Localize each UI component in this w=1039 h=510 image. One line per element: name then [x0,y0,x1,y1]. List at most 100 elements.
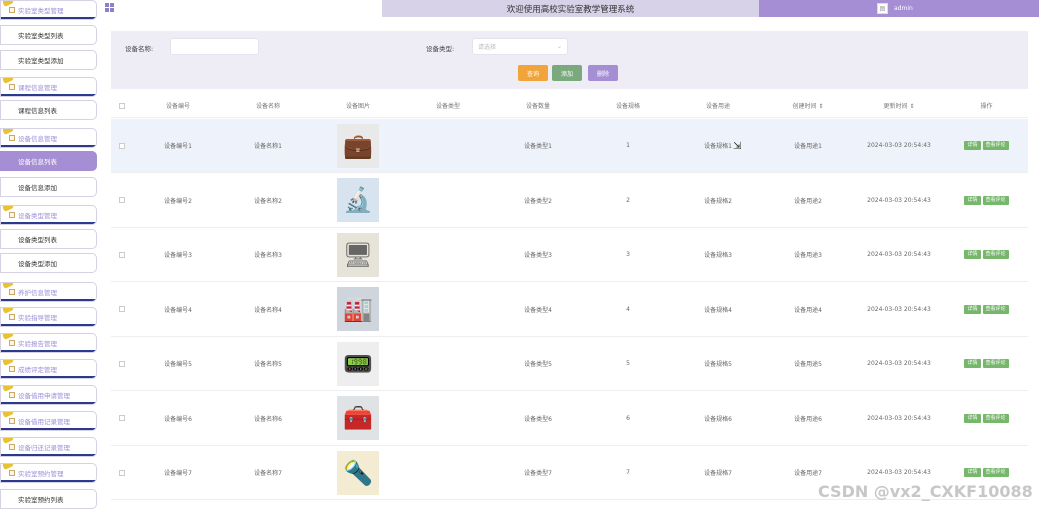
ribbon-icon [2,308,14,314]
sidebar-group[interactable]: 设备借用申请管理 [0,385,97,405]
view-review-button[interactable]: 查看评论 [982,195,1009,205]
sidebar-item[interactable]: 实验室预约列表 [0,489,97,509]
folder-icon [9,366,15,372]
device-image[interactable]: 📟 [337,341,379,386]
device-image[interactable]: 🖥 [337,232,379,277]
menu-grid-icon[interactable] [105,3,114,12]
detail-button[interactable]: 详情 [964,141,981,150]
group-underline [1,299,96,301]
table-row[interactable]: 设备编号1 设备名称1 💼 设备类型1 1 设备规格1 设备用途1 2024-03-03 20… [111,119,1028,173]
table-header: 设备编号 设备名称 设备图片 设备类型 设备数量 设备规格 设备用途 创建时间 ⇕ 更新时间 ⇕… [111,94,1028,118]
query-button[interactable]: 查询 [518,65,548,81]
ribbon-icon [2,386,14,392]
sidebar-group[interactable]: 实验报告管理 [0,333,97,353]
device-image[interactable]: 🧰 [337,396,379,440]
device-image[interactable]: 🏭 [337,287,379,331]
add-button[interactable]: 添加 [552,65,582,81]
sidebar-item[interactable]: 实验室类型列表 [0,25,97,45]
device-image[interactable]: 🔦 [337,450,379,495]
sidebar-group[interactable]: 实验指导管理 [0,307,97,327]
row-checkbox[interactable] [119,142,125,149]
cell-null [403,228,493,281]
detail-button[interactable]: 详情 [964,250,981,259]
delete-button[interactable]: 删除 [588,65,618,81]
cell-use: 设备用途3 [794,252,822,259]
view-review-button[interactable]: 查看评论 [982,413,1009,423]
folder-icon [9,314,15,320]
detail-button[interactable]: 详情 [964,468,981,477]
device-image[interactable]: 🔬 [337,178,379,222]
name-search-input[interactable] [170,38,259,55]
detail-button[interactable]: 详情 [964,413,981,423]
mouse-cursor-icon: ⇲ [733,141,742,152]
sidebar-group[interactable]: 课程信息管理 [0,77,97,97]
cell-use: 设备用途5 [794,361,822,368]
sidebar-item[interactable]: 设备类型添加 [0,253,97,273]
cell-created: 2024-03-03 20:54:43 [867,251,931,258]
cell-created: 2024-03-03 20:54:43 [867,196,931,204]
row-checkbox[interactable] [119,306,125,312]
folder-icon [9,392,15,398]
sidebar-item[interactable]: 实验室类型添加 [0,50,97,70]
sidebar-group[interactable]: 实验室类型管理 [0,0,97,20]
view-review-button[interactable]: 查看评论 [982,250,1009,259]
cell-type: 设备类型5 [524,361,552,368]
sidebar-group[interactable]: 实验室预约管理 [0,463,97,483]
device-image[interactable]: 💼 [337,123,379,168]
sidebar-group[interactable]: 设备借用记录管理 [0,411,97,431]
detail-button[interactable]: 详情 [964,359,981,368]
select-all-checkbox[interactable] [111,94,133,117]
user-menu[interactable]: 图 admin [759,0,1039,17]
type-select[interactable]: 请选择 ⌄ [472,38,568,55]
table-row[interactable]: 设备编号6 设备名称6 🧰 设备类型6 6 设备规格6 设备用途6 2024-03-03 20… [111,392,1028,446]
row-checkbox-cell [111,446,133,499]
view-review-button[interactable]: 查看评论 [982,304,1009,314]
cell-no: 设备编号4 [164,306,192,314]
row-checkbox[interactable] [119,360,125,367]
sidebar-group[interactable]: 设备类型管理 [0,205,97,225]
row-checkbox[interactable] [119,469,125,476]
table-row[interactable]: 设备编号3 设备名称3 🖥 设备类型3 3 设备规格3 设备用途3 2024-03-03 20… [111,228,1028,282]
folder-icon [9,470,15,476]
sidebar-group[interactable]: 成绩评定管理 [0,359,97,379]
detail-button[interactable]: 详情 [964,195,981,205]
sidebar-item[interactable]: 设备信息列表 [0,151,97,171]
sidebar-item-label: 实验室预约列表 [18,496,64,504]
group-underline [1,428,96,430]
column-header: 更新时间 ⇕ [883,103,915,110]
view-review-button[interactable]: 查看评论 [982,141,1009,150]
sidebar-item-label: 设备信息管理 [18,135,57,143]
sidebar-item[interactable]: 设备类型列表 [0,229,97,249]
folder-icon [9,84,15,90]
table-row[interactable]: 设备编号5 设备名称5 📟 设备类型5 5 设备规格5 设备用途5 2024-03-03 20… [111,337,1028,391]
sidebar-group[interactable]: 设备归还记录管理 [0,437,97,457]
row-checkbox[interactable] [119,415,125,421]
row-actions: 详情 查看评论 [945,392,1028,445]
cell-use: 设备用途4 [794,306,822,314]
sidebar-group[interactable]: 设备信息管理 [0,128,97,148]
cell-no: 设备编号5 [164,361,192,368]
row-checkbox-cell [111,228,133,281]
sidebar-group[interactable]: 养护信息管理 [0,282,97,302]
checkbox-icon[interactable] [119,102,125,109]
detail-button[interactable]: 详情 [964,304,981,314]
view-review-button[interactable]: 查看评论 [982,359,1009,368]
table-row[interactable]: 设备编号2 设备名称2 🔬 设备类型2 2 设备规格2 设备用途2 2024-03-03 20… [111,174,1028,228]
row-checkbox-cell [111,283,133,336]
row-checkbox[interactable] [119,251,125,258]
type-label: 设备类型: [426,45,455,53]
column-header: 设备编号 [165,103,190,110]
row-checkbox[interactable] [119,197,125,203]
column-header: 设备图片 [345,103,370,110]
group-underline [1,480,96,482]
view-review-button[interactable]: 查看评论 [982,468,1009,477]
row-actions: 详情 查看评论 [945,228,1028,281]
table-row[interactable]: 设备编号4 设备名称4 🏭 设备类型4 4 设备规格4 设备用途4 2024-03-03 20… [111,283,1028,337]
ribbon-icon [2,78,14,84]
sidebar-item-label: 设备归还记录管理 [18,444,70,452]
column-header: 设备数量 [525,103,550,110]
sidebar-item-label: 成绩评定管理 [18,366,57,374]
cell-qty: 3 [626,251,630,258]
sidebar-item[interactable]: 设备信息添加 [0,177,97,197]
sidebar-item[interactable]: 课程信息列表 [0,100,97,120]
